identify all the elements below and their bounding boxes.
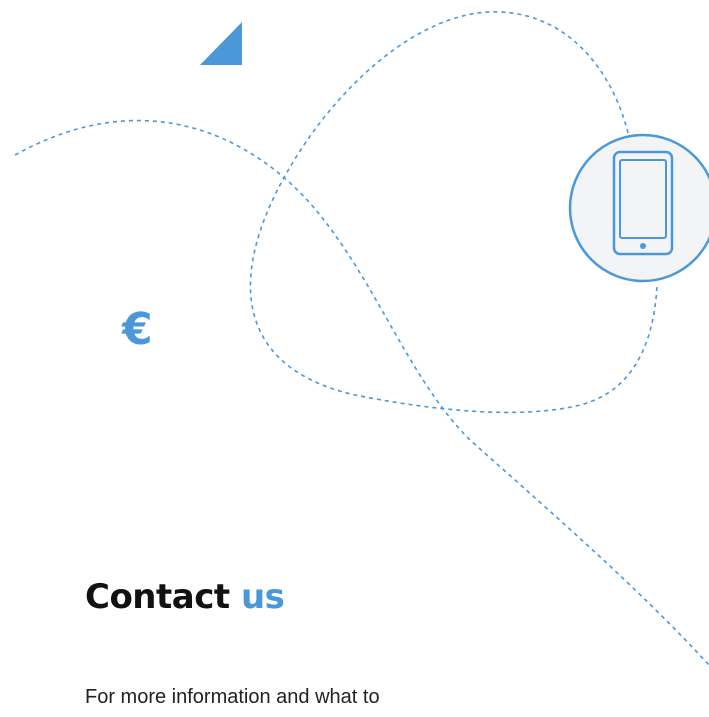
phone-badge (568, 133, 709, 283)
contact-section: € Contact us For more information and wh… (0, 0, 709, 717)
page-title: Contact us (85, 575, 285, 619)
euro-icon: € (122, 304, 153, 355)
triangle-shape (200, 22, 242, 65)
title-word-main: Contact (85, 577, 230, 617)
intro-text: For more information and what to (85, 686, 380, 708)
title-word-accent: us (240, 577, 285, 617)
